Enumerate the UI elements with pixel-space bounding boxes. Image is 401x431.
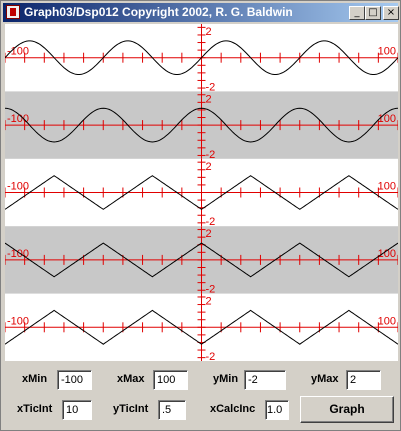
graph-canvas: -100 100 2 -2 -100 100 2 -2 -100 100 2 -2 -100 100 2 -2… bbox=[4, 24, 399, 363]
x-min-label: -100 bbox=[7, 181, 29, 193]
application-window: Graph03/Dsp012 Copyright 2002, R. G. Bal… bbox=[0, 0, 401, 431]
x-max-label: 100 bbox=[378, 181, 396, 193]
xcalcinc-label: xCalcInc bbox=[210, 403, 256, 415]
maximize-button[interactable]: □ bbox=[365, 6, 381, 20]
x-min-label: -100 bbox=[7, 315, 29, 327]
y-min-label: -2 bbox=[206, 149, 216, 161]
x-min-label: -100 bbox=[7, 113, 29, 125]
close-button[interactable]: × bbox=[383, 6, 399, 20]
window-title: Graph03/Dsp012 Copyright 2002, R. G. Bal… bbox=[24, 5, 293, 19]
x-min-label: -100 bbox=[7, 248, 29, 260]
xmax-field[interactable] bbox=[153, 370, 188, 390]
x-max-label: 100 bbox=[378, 315, 396, 327]
xticint-label: xTicInt bbox=[17, 403, 53, 415]
y-max-label: 2 bbox=[206, 228, 212, 240]
x-max-label: 100 bbox=[378, 248, 396, 260]
x-max-label: 100 bbox=[378, 113, 396, 125]
y-max-label: 2 bbox=[206, 161, 212, 173]
y-min-label: -2 bbox=[206, 351, 216, 361]
ymin-field[interactable] bbox=[244, 370, 286, 390]
xcalcinc-field[interactable] bbox=[265, 400, 289, 420]
y-max-label: 2 bbox=[206, 296, 212, 308]
java-app-icon bbox=[6, 5, 20, 19]
ymax-field[interactable] bbox=[346, 370, 381, 390]
y-max-label: 2 bbox=[206, 93, 212, 105]
minimize-button[interactable]: _ bbox=[349, 6, 365, 20]
xticint-field[interactable] bbox=[62, 400, 92, 420]
y-max-label: 2 bbox=[206, 26, 212, 38]
ymin-label: yMin bbox=[213, 373, 239, 385]
xmin-field[interactable] bbox=[57, 370, 92, 390]
y-min-label: -2 bbox=[206, 284, 216, 296]
xmin-label: xMin bbox=[22, 373, 48, 385]
ymax-label: yMax bbox=[311, 373, 339, 385]
title-bar[interactable]: Graph03/Dsp012 Copyright 2002, R. G. Bal… bbox=[3, 3, 399, 22]
x-max-label: 100 bbox=[378, 46, 396, 58]
plots-svg: -100 1002-2-100 1002-2-100 1002-2-100 1002-2… bbox=[4, 24, 399, 363]
control-panel: xMin xMax yMin yMax xTicInt yTicInt xCal… bbox=[5, 363, 398, 428]
yticint-label: yTicInt bbox=[113, 403, 149, 415]
xmax-label: xMax bbox=[117, 373, 145, 385]
yticint-field[interactable] bbox=[158, 400, 186, 420]
graph-button[interactable]: Graph bbox=[300, 396, 394, 423]
